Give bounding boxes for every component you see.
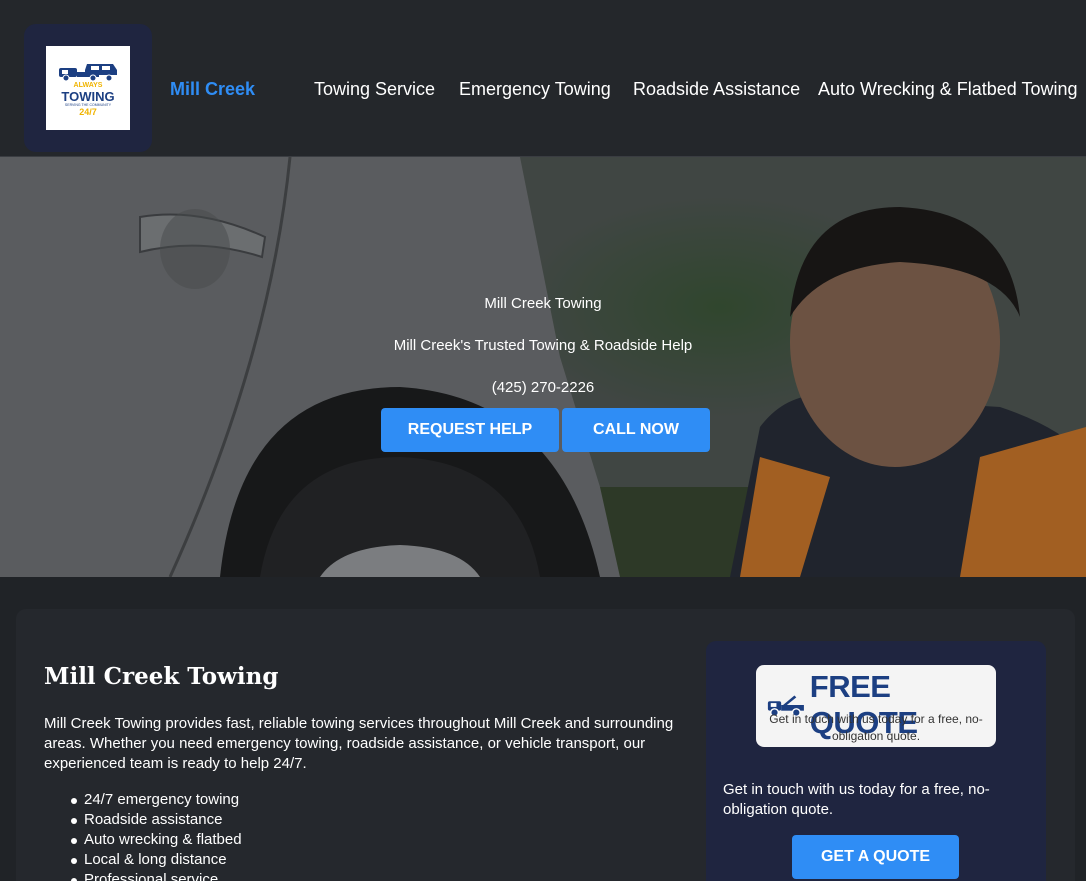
- hero-tagline: Mill Creek's Trusted Towing & Roadside H…: [393, 337, 693, 354]
- logo-text-247: 24/7: [79, 106, 97, 117]
- call-now-button[interactable]: CALL NOW: [562, 408, 710, 452]
- nav-auto-wrecking-flatbed[interactable]: Auto Wrecking & Flatbed Towing: [818, 79, 1077, 100]
- hero-section: [0, 157, 1086, 577]
- site-header: ALWAYS TOWING SERVING THE COMMUNITY 24/7…: [0, 0, 1086, 157]
- nav-roadside-assistance[interactable]: Roadside Assistance: [633, 79, 800, 100]
- section-heading: Mill Creek Towing: [44, 663, 279, 690]
- hero-overlay: [0, 157, 1086, 577]
- feature-item: 24/7 emergency towing: [66, 790, 242, 810]
- logo-container[interactable]: ALWAYS TOWING SERVING THE COMMUNITY 24/7: [24, 24, 152, 152]
- section-paragraph: Mill Creek Towing provides fast, reliabl…: [44, 715, 674, 772]
- feature-item: Auto wrecking & flatbed: [66, 830, 242, 850]
- feature-item: Local & long distance: [66, 850, 242, 870]
- free-quote-subtitle: Get in touch with us today for a free, n…: [769, 712, 983, 743]
- feature-item: Roadside assistance: [66, 810, 242, 830]
- hero-phone[interactable]: (425) 270-2226: [0, 379, 1086, 396]
- hero-title: Mill Creek Towing: [484, 295, 602, 312]
- nav-towing-service[interactable]: Towing Service: [314, 79, 435, 100]
- request-help-button[interactable]: REQUEST HELP: [381, 408, 559, 452]
- brand-link[interactable]: Mill Creek: [170, 79, 255, 100]
- quote-text: Get in touch with us today for a free, n…: [723, 781, 990, 818]
- logo[interactable]: ALWAYS TOWING SERVING THE COMMUNITY 24/7: [46, 46, 130, 130]
- get-a-quote-button[interactable]: GET A QUOTE: [792, 835, 959, 879]
- tow-truck-icon: [59, 63, 117, 81]
- features-list: 24/7 emergency towing Roadside assistanc…: [66, 790, 242, 881]
- free-quote-image: FREE QUOTE Get in touch with us today fo…: [756, 665, 996, 747]
- feature-item: Professional service: [66, 870, 242, 881]
- logo-text-towing: TOWING: [61, 88, 115, 104]
- nav-emergency-towing[interactable]: Emergency Towing: [459, 79, 611, 100]
